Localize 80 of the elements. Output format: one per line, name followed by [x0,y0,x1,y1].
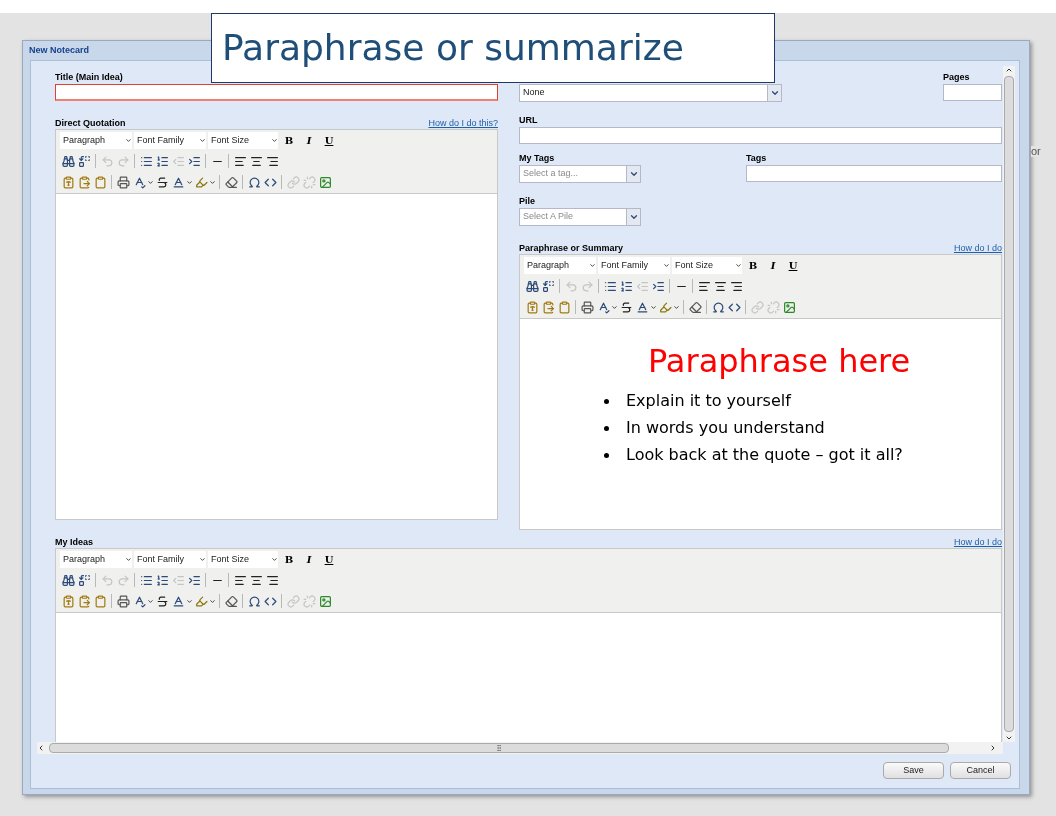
search-icon[interactable] [60,572,76,588]
caret-icon[interactable] [767,85,781,101]
bullet-text: Explain it to yourself [626,393,791,409]
source-select[interactable]: None [519,84,782,102]
search-icon[interactable] [524,278,540,294]
italic-button[interactable]: I [300,132,318,149]
toolbar-select[interactable]: Font Size [208,132,278,149]
bullet-text: In words you understand [626,420,825,436]
eraser-icon[interactable] [687,299,703,315]
cancel-button[interactable]: Cancel [950,762,1011,779]
bold-button[interactable]: B [280,132,298,149]
bullet-icon [604,398,609,404]
editor-text-area[interactable]: Paraphrase here Explain it to yourself In words you understand Look back at the quote – got it all? [519,319,1002,530]
underline-button[interactable]: U [784,257,802,274]
vertical-scrollbar[interactable] [1003,66,1015,742]
scrollbar-thumb[interactable] [1004,76,1014,732]
scroll-right-icon[interactable] [989,744,997,752]
eraser-icon[interactable] [223,593,239,609]
toolbar-select[interactable]: Font Family [134,132,206,149]
field-label: My Ideas [55,538,94,547]
caret-icon[interactable] [626,209,640,225]
replace-icon[interactable] [540,278,556,294]
help-link[interactable]: How do I do [953,244,1002,253]
scroll-left-icon[interactable] [37,744,45,752]
search-icon[interactable] [60,153,76,169]
italic-button[interactable]: I [300,551,318,568]
replace-icon[interactable] [76,153,92,169]
toolbar-select[interactable]: Font Family [598,257,670,274]
title-input[interactable] [55,84,498,101]
print-icon[interactable] [115,174,131,190]
toolbar-select[interactable]: Font Size [672,257,742,274]
bullet-icon [604,425,609,431]
bold-button[interactable]: B [744,257,762,274]
toolbar-select[interactable]: Font Size [208,551,278,568]
field-label: Pages [943,73,971,84]
highlighter-icon[interactable] [193,174,209,190]
tags-input[interactable] [746,165,1002,182]
window-title: New Notecard [29,43,90,57]
print-icon[interactable] [579,299,595,315]
save-button[interactable]: Save [883,762,944,779]
caret-icon[interactable] [626,166,640,182]
help-link[interactable]: How do I do this? [428,119,498,128]
field-label: URL [519,116,539,127]
toolbar-select[interactable]: Font Family [134,551,206,568]
scroll-down-icon[interactable] [1005,734,1013,742]
pile-select[interactable]: Select A Pile [519,208,641,226]
italic-button[interactable]: I [764,257,782,274]
print-icon[interactable] [115,593,131,609]
tag-select[interactable]: Select a tag... [519,165,641,183]
callout-title: Paraphrase or summarize [222,30,684,66]
image-icon[interactable] [317,174,333,190]
scrollbar-thumb[interactable] [49,743,949,753]
url-input[interactable] [519,127,1002,144]
field-label: Pile [519,197,536,208]
toolbar-select[interactable]: Paragraph [524,257,596,274]
field-label: Title (Main Idea) [55,73,124,84]
bullet-icon [604,452,609,458]
underline-button[interactable]: U [320,551,338,568]
grip-icon [495,744,503,752]
image-icon[interactable] [781,299,797,315]
help-link[interactable]: How do I do [953,538,1002,547]
horizontal-scrollbar[interactable] [37,742,1003,754]
highlighter-icon[interactable] [193,593,209,609]
field-label: My Tags [519,154,556,165]
image-icon[interactable] [317,593,333,609]
toolbar-select[interactable]: Paragraph [60,551,132,568]
bullet-text: Look back at the quote – got it all? [626,447,903,463]
eraser-icon[interactable] [223,174,239,190]
editor-heading: Paraphrase here [648,342,911,380]
underline-button[interactable]: U [320,132,338,149]
background-text: or [1031,146,1041,157]
toolbar-select[interactable]: Paragraph [60,132,132,149]
field-label: Direct Quotation [55,119,126,128]
field-label: Paraphrase or Summary [519,244,624,253]
field-label: Tags [746,154,768,165]
bold-button[interactable]: B [280,551,298,568]
highlighter-icon[interactable] [657,299,673,315]
pages-input[interactable] [943,84,1002,101]
scroll-up-icon[interactable] [1005,66,1013,74]
replace-icon[interactable] [76,572,92,588]
